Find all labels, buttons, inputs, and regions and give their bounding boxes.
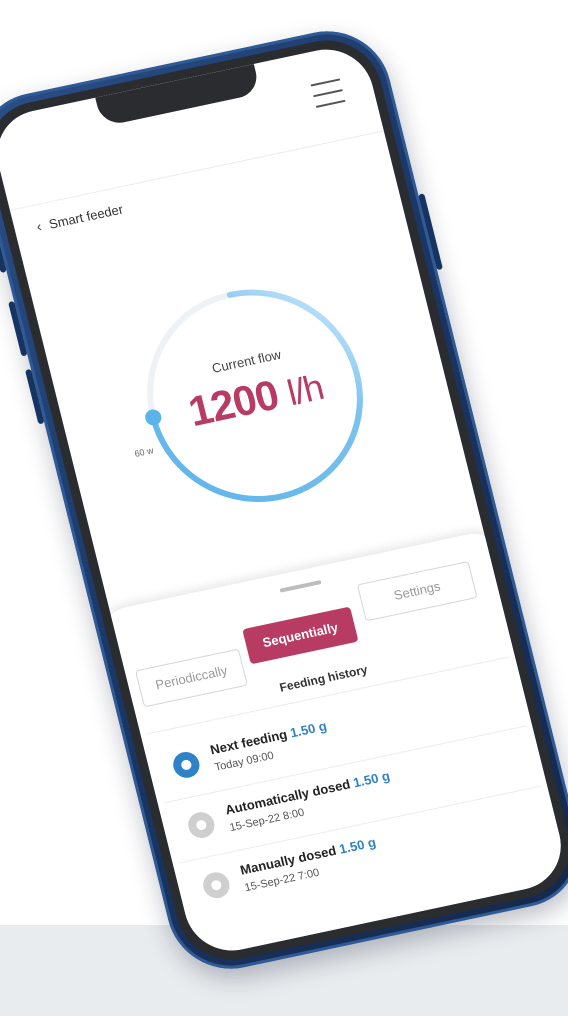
radio-active-icon bbox=[170, 749, 203, 781]
app-screen: ‹ Smart feeder 60 w Current flow 1200 l/… bbox=[0, 41, 568, 959]
back-button[interactable]: ‹ Smart feeder bbox=[34, 201, 125, 235]
phone-mockup: ‹ Smart feeder 60 w Current flow 1200 l/… bbox=[0, 0, 568, 1016]
flow-unit: l/h bbox=[283, 366, 328, 414]
mode-tabs: Periodiccally Sequentially Settings bbox=[129, 560, 493, 708]
history-item-amount: 1.50 g bbox=[288, 718, 329, 741]
header-divider bbox=[9, 130, 384, 211]
camera-notch bbox=[95, 63, 262, 127]
bottom-sheet: Periodiccally Sequentially Settings Feed… bbox=[97, 528, 568, 959]
history-item-amount: 1.50 g bbox=[337, 834, 378, 857]
phone-body: ‹ Smart feeder 60 w Current flow 1200 l/… bbox=[0, 19, 568, 981]
phone-mute-switch bbox=[0, 242, 7, 274]
tab-sequentially[interactable]: Sequentially bbox=[242, 606, 359, 665]
radio-inactive-icon bbox=[200, 869, 233, 901]
radio-inactive-icon bbox=[185, 809, 218, 841]
hamburger-menu-icon[interactable] bbox=[310, 78, 346, 108]
page-title: Smart feeder bbox=[47, 201, 125, 232]
chevron-left-icon: ‹ bbox=[34, 217, 44, 235]
phone-bezel: ‹ Smart feeder 60 w Current flow 1200 l/… bbox=[0, 30, 568, 970]
history-item-amount: 1.50 g bbox=[351, 768, 392, 791]
tab-settings[interactable]: Settings bbox=[356, 560, 478, 622]
history-item-label: Next feeding bbox=[208, 726, 289, 758]
sheet-grabber-handle[interactable] bbox=[279, 580, 322, 593]
flow-gauge: 60 w Current flow 1200 l/h bbox=[102, 248, 407, 543]
